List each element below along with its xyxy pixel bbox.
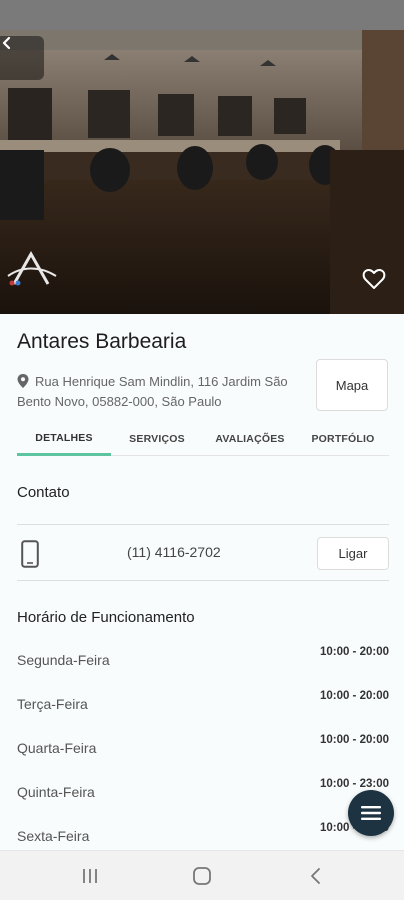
divider [17, 524, 389, 525]
hours-row: Segunda-Feira 10:00 - 20:00 [17, 646, 389, 690]
phone-number: (11) 4116-2702 [127, 544, 221, 560]
chevron-left-icon [2, 36, 11, 50]
smartphone-icon [21, 540, 39, 568]
recents-icon [83, 869, 97, 883]
hours-section-title: Horário de Funcionamento [17, 609, 195, 626]
time-range: 10:00 - 20:00 [319, 734, 389, 746]
tab-portfolio[interactable]: PORTFÓLIO [297, 422, 389, 456]
home-icon [193, 867, 211, 885]
hours-row: Sexta-Feira 10:00 - 20:00 [17, 822, 389, 850]
status-bar [0, 0, 404, 30]
hours-row: Quarta-Feira 10:00 - 20:00 [17, 734, 389, 778]
back-button[interactable] [0, 36, 44, 80]
call-button[interactable]: Ligar [317, 537, 389, 570]
hours-row: Terça-Feira 10:00 - 20:00 [17, 690, 389, 734]
business-name: Antares Barbearia [17, 330, 187, 353]
day-label: Segunda-Feira [17, 652, 110, 668]
day-label: Sexta-Feira [17, 828, 90, 844]
time-range: 10:00 - 23:00 [319, 778, 389, 790]
hours-row: Quinta-Feira 10:00 - 23:00 [17, 778, 389, 822]
map-pin-icon [17, 374, 29, 388]
time-range: 10:00 - 20:00 [319, 690, 389, 702]
day-label: Quinta-Feira [17, 784, 95, 800]
map-button[interactable]: Mapa [316, 359, 388, 411]
menu-fab-button[interactable] [348, 790, 394, 836]
opening-hours-list: Segunda-Feira 10:00 - 20:00 Terça-Feira … [17, 646, 389, 850]
address-text: Rua Henrique Sam Mindlin, 116 Jardim São… [17, 374, 288, 409]
day-label: Quarta-Feira [17, 740, 97, 756]
tab-detalhes[interactable]: DETALHES [17, 422, 111, 456]
hero-photo [0, 30, 404, 314]
barbershop-interior-image [0, 30, 404, 314]
contact-section-title: Contato [17, 484, 70, 501]
tab-bar: DETALHES SERVIÇOS AVALIAÇÕES PORTFÓLIO [17, 422, 389, 456]
day-label: Terça-Feira [17, 696, 88, 712]
divider [17, 580, 389, 581]
details-panel: Antares Barbearia Rua Henrique Sam Mindl… [0, 314, 404, 850]
business-address: Rua Henrique Sam Mindlin, 116 Jardim São… [17, 372, 302, 412]
recents-button[interactable] [77, 863, 103, 889]
time-range: 10:00 - 20:00 [319, 646, 389, 658]
heart-outline-icon [362, 269, 386, 289]
system-back-button[interactable] [303, 863, 329, 889]
tab-avaliacoes[interactable]: AVALIAÇÕES [203, 422, 297, 456]
tab-servicos[interactable]: SERVIÇOS [111, 422, 203, 456]
phone-row: (11) 4116-2702 Ligar [17, 536, 389, 580]
home-button[interactable] [189, 863, 215, 889]
favorite-button[interactable] [362, 268, 394, 300]
back-icon [311, 868, 320, 884]
menu-icon [361, 806, 381, 820]
brand-logo [4, 250, 58, 288]
system-navigation-bar [0, 850, 404, 900]
